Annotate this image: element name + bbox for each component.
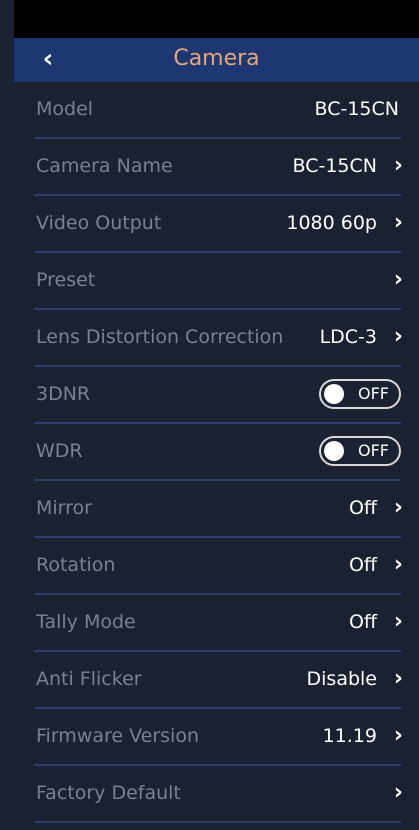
row-label: Video Output: [36, 212, 162, 234]
toggle-knob: [324, 384, 344, 404]
row-firmware-version[interactable]: Firmware Version 11.19 ›: [14, 709, 419, 766]
toggle-3dnr[interactable]: OFF: [319, 379, 401, 409]
chevron-right-icon: ›: [393, 552, 403, 577]
toggle-wdr[interactable]: OFF: [319, 436, 401, 466]
row-anti-flicker[interactable]: Anti Flicker Disable ›: [14, 652, 419, 709]
row-label: Factory Default: [36, 782, 181, 804]
row-value: LDC-3: [319, 326, 377, 348]
row-lens-distortion-correction[interactable]: Lens Distortion Correction LDC-3 ›: [14, 310, 419, 367]
row-value: Disable: [306, 668, 377, 690]
row-value: 11.19: [322, 725, 377, 747]
row-factory-default[interactable]: Factory Default ›: [14, 766, 419, 823]
toggle-knob: [324, 441, 344, 461]
row-value: 1080 60p: [286, 212, 377, 234]
chevron-right-icon: ›: [393, 780, 403, 805]
chevron-right-icon: ›: [393, 324, 403, 349]
chevron-right-icon: ›: [393, 210, 403, 235]
row-value: BC-15CN: [292, 155, 377, 177]
row-label: Tally Mode: [36, 611, 136, 633]
row-model: Model BC-15CN: [14, 82, 419, 139]
chevron-right-icon: ›: [393, 267, 403, 292]
row-label: Firmware Version: [36, 725, 199, 747]
row-label: Mirror: [36, 497, 92, 519]
row-value: Off: [348, 554, 377, 576]
toggle-state: OFF: [358, 384, 389, 403]
row-3dnr: 3DNR OFF: [14, 367, 419, 424]
header-bar: ‹ Camera: [14, 38, 419, 82]
row-value: Off: [348, 611, 377, 633]
row-tally-mode[interactable]: Tally Mode Off ›: [14, 595, 419, 652]
left-edge-bar: [0, 0, 14, 830]
row-video-output[interactable]: Video Output 1080 60p ›: [14, 196, 419, 253]
row-label: 3DNR: [36, 383, 91, 405]
row-value: Off: [348, 497, 377, 519]
chevron-right-icon: ›: [393, 723, 403, 748]
row-wdr: WDR OFF: [14, 424, 419, 481]
screen-frame: ‹ Camera Model BC-15CN Camera Name BC-15…: [0, 0, 419, 830]
camera-settings-panel: ‹ Camera Model BC-15CN Camera Name BC-15…: [14, 38, 419, 830]
row-preset[interactable]: Preset ›: [14, 253, 419, 310]
row-label: WDR: [36, 440, 83, 462]
row-label: Anti Flicker: [36, 668, 142, 690]
row-mirror[interactable]: Mirror Off ›: [14, 481, 419, 538]
row-label: Rotation: [36, 554, 116, 576]
page-title: Camera: [173, 46, 260, 71]
status-bar: [14, 0, 419, 38]
chevron-right-icon: ›: [393, 153, 403, 178]
chevron-right-icon: ›: [393, 609, 403, 634]
chevron-right-icon: ›: [393, 666, 403, 691]
toggle-state: OFF: [358, 441, 389, 460]
row-label: Model: [36, 98, 94, 120]
chevron-right-icon: ›: [393, 495, 403, 520]
row-label: Lens Distortion Correction: [36, 326, 284, 348]
row-camera-name[interactable]: Camera Name BC-15CN ›: [14, 139, 419, 196]
row-rotation[interactable]: Rotation Off ›: [14, 538, 419, 595]
divider: [34, 821, 401, 823]
row-value: BC-15CN: [314, 98, 399, 120]
row-label: Camera Name: [36, 155, 173, 177]
row-label: Preset: [36, 269, 96, 291]
